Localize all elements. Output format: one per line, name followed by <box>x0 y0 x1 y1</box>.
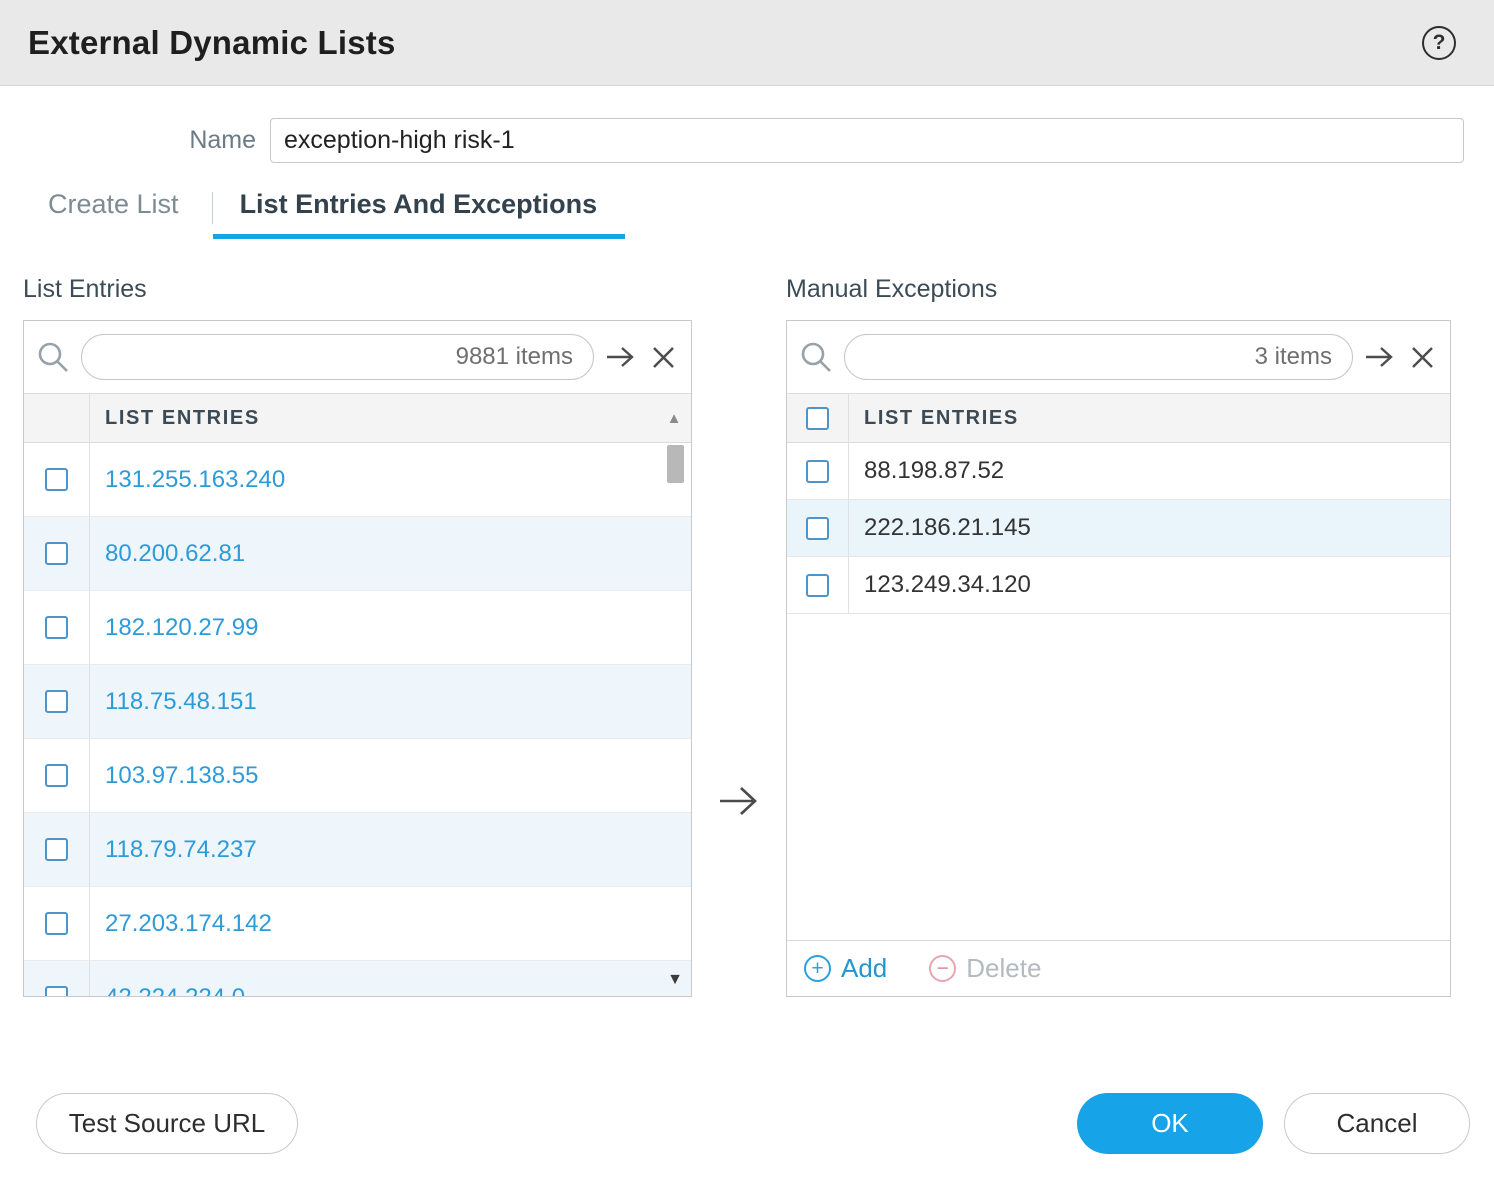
manual-exceptions-box: 3 items LIST ENTRIES 88.198.87.52 <box>786 320 1451 997</box>
table-row: 131.255.163.240 <box>24 443 691 517</box>
list-entries-searchbar: 9881 items <box>24 321 691 393</box>
list-entry-link[interactable]: 118.75.48.151 <box>90 688 257 716</box>
manual-exceptions-filter-input[interactable]: 3 items <box>844 334 1353 380</box>
row-checkbox[interactable] <box>45 764 68 787</box>
list-entry-link[interactable]: 182.120.27.99 <box>90 614 258 642</box>
tab-bar: Create List List Entries And Exceptions <box>0 189 1494 239</box>
table-row: 42.224.224.0 <box>24 961 691 996</box>
row-checkbox[interactable] <box>45 468 68 491</box>
table-row: 123.249.34.120 <box>787 557 1450 614</box>
help-icon[interactable]: ? <box>1422 26 1456 60</box>
add-icon: + <box>804 955 831 982</box>
delete-label: Delete <box>966 953 1041 984</box>
exception-entry[interactable]: 222.186.21.145 <box>849 514 1031 542</box>
tab-create-list[interactable]: Create List <box>48 189 212 239</box>
column-header: LIST ENTRIES <box>90 407 260 430</box>
list-entries-table-body: 131.255.163.240 80.200.62.81 182.120.27.… <box>24 443 691 996</box>
list-entry-link[interactable]: 42.224.224.0 <box>90 984 245 997</box>
manual-exceptions-count: 3 items <box>1255 343 1332 371</box>
manual-exceptions-actions: + Add − Delete <box>787 940 1450 996</box>
transfer-arrow-icon <box>717 783 761 819</box>
exception-entry[interactable]: 88.198.87.52 <box>849 457 1004 485</box>
name-input[interactable] <box>270 118 1464 163</box>
row-checkbox[interactable] <box>45 542 68 565</box>
table-row: 118.79.74.237 <box>24 813 691 887</box>
manual-exceptions-panel: Manual Exceptions 3 items LIST ENTRIES <box>786 275 1451 997</box>
list-entries-panel: List Entries 9881 items LIST ENTRIES <box>23 275 692 997</box>
manual-exceptions-searchbar: 3 items <box>787 321 1450 393</box>
column-header: LIST ENTRIES <box>849 407 1019 430</box>
manual-exceptions-title: Manual Exceptions <box>786 275 1451 305</box>
add-label: Add <box>841 953 887 984</box>
table-row: 27.203.174.142 <box>24 887 691 961</box>
apply-filter-arrow-icon[interactable] <box>605 344 639 370</box>
list-entry-link[interactable]: 118.79.74.237 <box>90 836 257 864</box>
list-entries-table-header: LIST ENTRIES ▲ <box>24 393 691 443</box>
table-row: 118.75.48.151 <box>24 665 691 739</box>
row-checkbox[interactable] <box>45 838 68 861</box>
cancel-button[interactable]: Cancel <box>1284 1093 1470 1154</box>
apply-filter-arrow-icon[interactable] <box>1364 344 1398 370</box>
clear-filter-icon[interactable] <box>650 344 677 371</box>
table-row: 103.97.138.55 <box>24 739 691 813</box>
ok-button[interactable]: OK <box>1077 1093 1263 1154</box>
page-title: External Dynamic Lists <box>28 24 396 62</box>
list-entries-title: List Entries <box>23 275 692 305</box>
tab-list-entries-and-exceptions[interactable]: List Entries And Exceptions <box>213 189 626 239</box>
search-icon <box>36 340 70 374</box>
add-button[interactable]: + Add <box>804 953 887 984</box>
name-row: Name <box>0 118 1494 163</box>
clear-filter-icon[interactable] <box>1409 344 1436 371</box>
list-entry-link[interactable]: 27.203.174.142 <box>90 910 272 938</box>
panels: List Entries 9881 items LIST ENTRIES <box>0 275 1494 997</box>
scroll-up-icon[interactable]: ▲ <box>657 394 691 442</box>
list-entry-link[interactable]: 103.97.138.55 <box>90 762 258 790</box>
list-entry-link[interactable]: 80.200.62.81 <box>90 540 245 568</box>
table-row: 182.120.27.99 <box>24 591 691 665</box>
row-checkbox[interactable] <box>45 690 68 713</box>
header-checkbox-cell <box>24 394 90 442</box>
table-row: 88.198.87.52 <box>787 443 1450 500</box>
row-checkbox[interactable] <box>806 460 829 483</box>
delete-button[interactable]: − Delete <box>897 953 1041 984</box>
manual-exceptions-table-body: 88.198.87.52 222.186.21.145 123.249.34.1… <box>787 443 1450 940</box>
list-entries-filter-input[interactable]: 9881 items <box>81 334 594 380</box>
manual-exceptions-table-header: LIST ENTRIES <box>787 393 1450 443</box>
row-checkbox[interactable] <box>45 616 68 639</box>
row-checkbox[interactable] <box>45 986 68 996</box>
exception-entry[interactable]: 123.249.34.120 <box>849 571 1031 599</box>
select-all-checkbox[interactable] <box>806 407 829 430</box>
search-icon <box>799 340 833 374</box>
name-label: Name <box>0 126 270 155</box>
table-row: 222.186.21.145 <box>787 500 1450 557</box>
list-entry-link[interactable]: 131.255.163.240 <box>90 466 285 494</box>
row-checkbox[interactable] <box>45 912 68 935</box>
title-bar: External Dynamic Lists ? <box>0 0 1494 86</box>
test-source-url-button[interactable]: Test Source URL <box>36 1093 298 1154</box>
scrollbar-thumb[interactable] <box>667 445 684 483</box>
scroll-down-icon[interactable]: ▼ <box>667 971 683 989</box>
row-checkbox[interactable] <box>806 517 829 540</box>
list-entries-box: 9881 items LIST ENTRIES ▲ 131.255.163.24… <box>23 320 692 997</box>
row-checkbox[interactable] <box>806 574 829 597</box>
transfer-column <box>692 275 786 997</box>
table-row: 80.200.62.81 <box>24 517 691 591</box>
list-entries-count: 9881 items <box>456 343 573 371</box>
dialog-footer: Test Source URL OK Cancel <box>0 1093 1494 1154</box>
delete-icon: − <box>929 955 956 982</box>
